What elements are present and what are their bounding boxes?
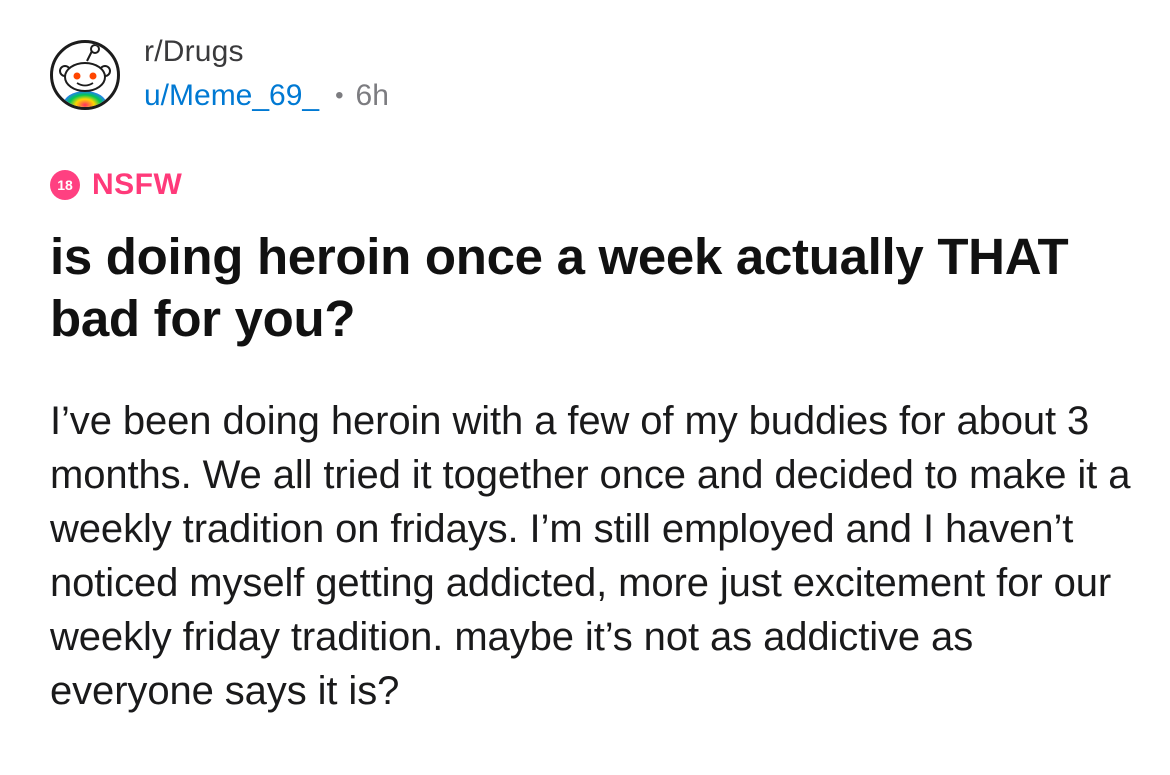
post-card: r/Drugs u/Meme_69_ • 6h 18 NSFW is doing… (0, 0, 1170, 775)
post-header: r/Drugs u/Meme_69_ • 6h (50, 32, 389, 118)
meta-separator: • (335, 82, 344, 109)
post-meta: r/Drugs u/Meme_69_ • 6h (144, 34, 389, 116)
author-username[interactable]: u/Meme_69_ (144, 76, 319, 116)
post-body: I’ve been doing heroin with a few of my … (50, 399, 1131, 713)
snoo-icon (59, 44, 111, 107)
author-line: u/Meme_69_ • 6h (144, 76, 389, 116)
nsfw-label: NSFW (92, 168, 183, 201)
subreddit-name[interactable]: r/Drugs (144, 34, 389, 70)
post-title[interactable]: is doing heroin once a week actually THA… (50, 226, 1130, 350)
nsfw-tag: 18 NSFW (50, 168, 182, 202)
reddit-snoo-avatar-icon[interactable] (50, 40, 120, 110)
nsfw-badge-number: 18 (57, 177, 73, 193)
post-age: 6h (355, 79, 389, 112)
nsfw-18-icon: 18 (50, 170, 80, 200)
